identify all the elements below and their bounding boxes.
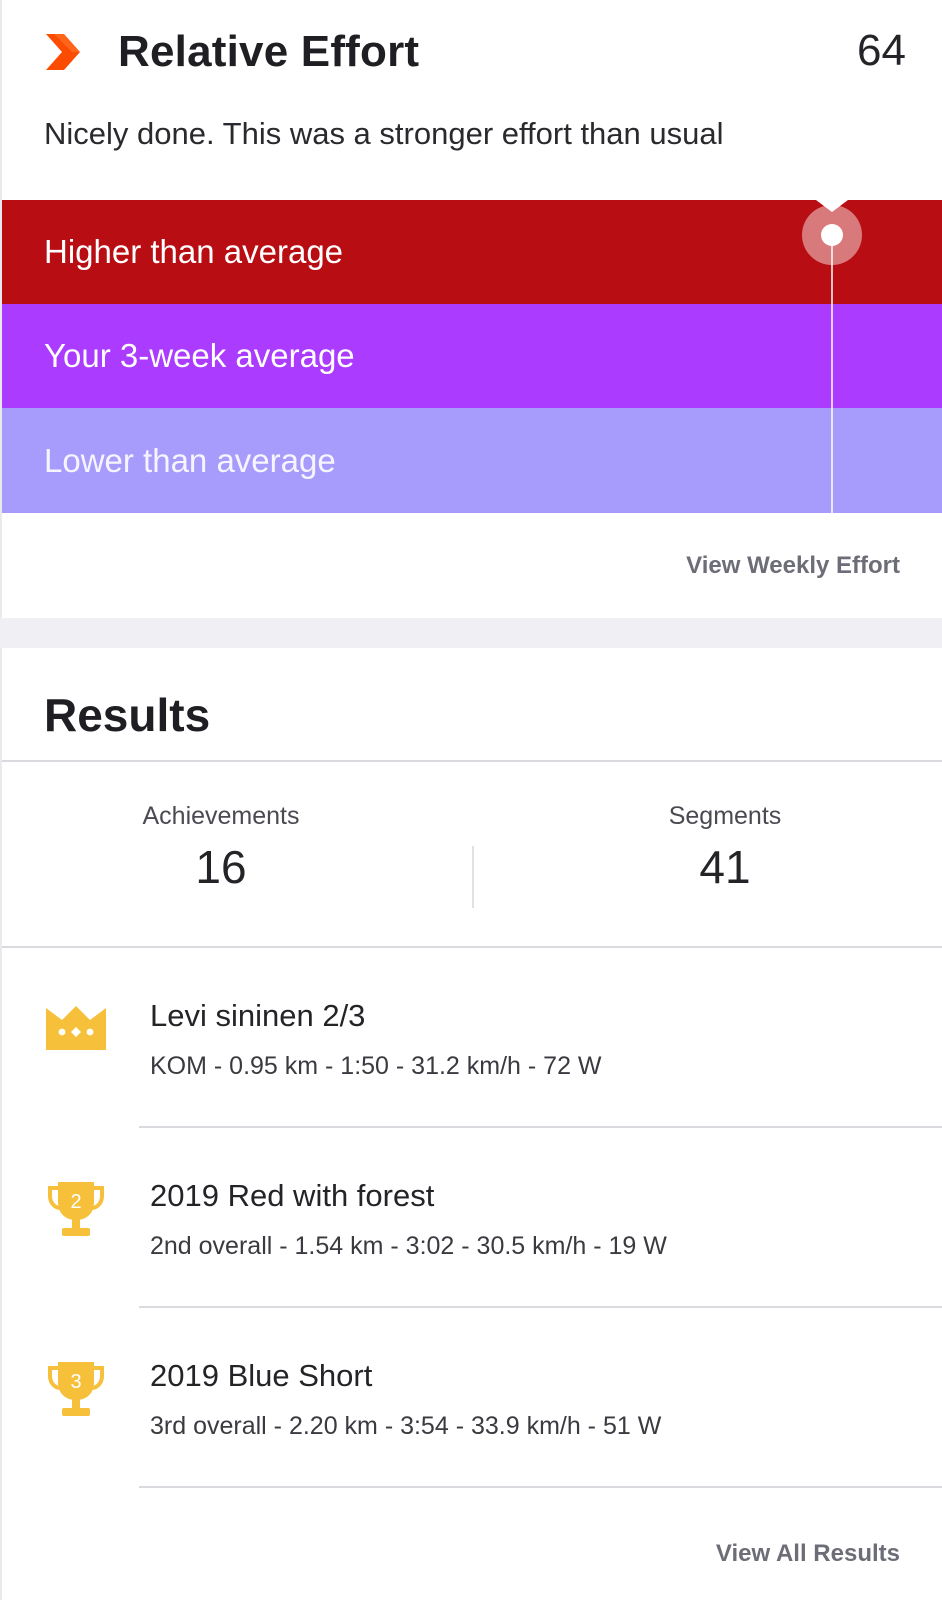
result-row[interactable]: Levi sininen 2/3 KOM - 0.95 km - 1:50 - …: [2, 948, 942, 1128]
relative-effort-header: Relative Effort 64: [46, 24, 906, 80]
section-gap: [0, 618, 942, 648]
view-weekly-effort-link[interactable]: View Weekly Effort: [686, 552, 900, 580]
result-name: 2019 Red with forest: [150, 1178, 435, 1213]
band-higher-than-average: Higher than average: [2, 200, 942, 304]
relative-effort-card: Relative Effort 64 Nicely done. This was…: [0, 0, 942, 618]
relative-effort-title: Relative Effort: [118, 27, 420, 76]
trophy-3-icon: 3: [48, 1362, 104, 1416]
effort-marker-line: [831, 228, 833, 513]
results-card: Results Achievements 16 Segments 41 Levi…: [0, 648, 942, 1600]
trophy-rank-label: 3: [70, 1371, 81, 1393]
results-title: Results: [44, 689, 211, 741]
effort-range-chart[interactable]: Higher than average Your 3-week average …: [2, 200, 942, 513]
band-lower-label: Lower than average: [44, 441, 336, 479]
result-detail: 2nd overall - 1.54 km - 3:02 - 30.5 km/h…: [150, 1232, 667, 1260]
results-stats: Achievements 16 Segments 41: [2, 776, 942, 964]
relative-effort-logo-icon: [46, 34, 80, 70]
row-divider: [139, 1486, 942, 1488]
trophy-rank-label: 2: [70, 1191, 81, 1213]
band-lower-than-average: Lower than average: [2, 408, 942, 513]
achievements-value: 16: [195, 841, 247, 893]
stats-divider: [472, 846, 474, 908]
band-average-label: Your 3-week average: [44, 337, 355, 374]
achievements-label: Achievements: [142, 802, 300, 830]
trophy-2-icon: 2: [48, 1182, 104, 1236]
result-row[interactable]: 3 2019 Blue Short 3rd overall - 2.20 km …: [2, 1308, 942, 1488]
segments-value: 41: [699, 841, 751, 893]
segments-label: Segments: [668, 802, 782, 830]
relative-effort-score: 64: [857, 26, 906, 75]
effort-marker-dot: [821, 224, 843, 246]
result-name: Levi sininen 2/3: [150, 998, 366, 1033]
band-higher-label: Higher than average: [44, 233, 344, 270]
band-three-week-average: Your 3-week average: [2, 304, 942, 408]
crown-icon: [46, 1006, 106, 1050]
result-detail: 3rd overall - 2.20 km - 3:54 - 33.9 km/h…: [150, 1412, 662, 1440]
results-header-divider: [2, 760, 942, 762]
relative-effort-message: Nicely done. This was a stronger effort …: [44, 116, 724, 151]
result-name: 2019 Blue Short: [150, 1358, 373, 1393]
view-all-results-link[interactable]: View All Results: [716, 1540, 900, 1568]
result-row[interactable]: 2 2019 Red with forest 2nd overall - 1.5…: [2, 1128, 942, 1308]
result-detail: KOM - 0.95 km - 1:50 - 31.2 km/h - 72 W: [150, 1052, 602, 1080]
